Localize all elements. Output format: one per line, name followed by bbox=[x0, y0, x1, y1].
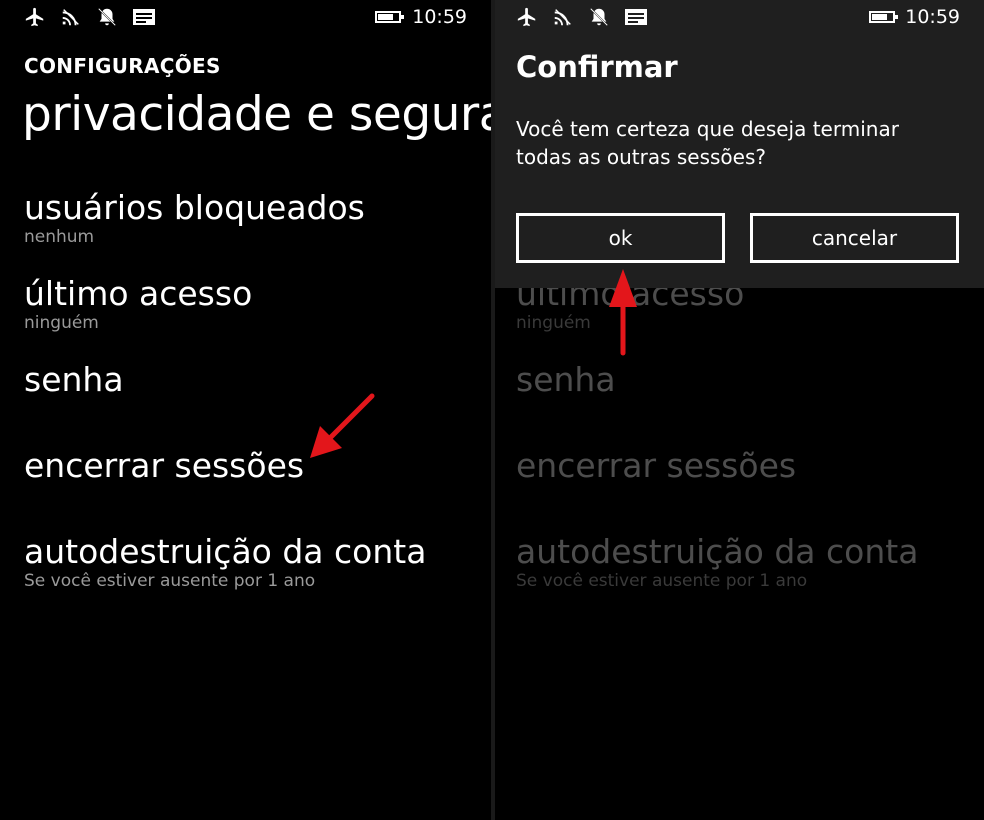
item-sub: nenhum bbox=[24, 227, 95, 247]
menu-item-blocked-users[interactable]: usuários bloqueados nenhum bbox=[24, 188, 365, 248]
red-arrow-icon bbox=[609, 269, 637, 356]
menu-item-end-sessions: encerrar sessões bbox=[516, 447, 796, 485]
item-sub: ninguém bbox=[24, 313, 99, 333]
message-icon bbox=[132, 7, 156, 27]
wifi-icon bbox=[552, 6, 574, 28]
battery-icon bbox=[375, 11, 404, 23]
item-label: senha bbox=[516, 360, 616, 399]
menu-item-password[interactable]: senha bbox=[24, 361, 124, 399]
confirm-screen: último acesso ninguém senha encerrar ses… bbox=[495, 0, 984, 820]
red-arrow-icon bbox=[310, 393, 375, 458]
item-label: autodestruição da conta bbox=[24, 532, 427, 571]
battery-icon bbox=[869, 11, 898, 23]
menu-item-end-sessions[interactable]: encerrar sessões bbox=[24, 447, 304, 485]
menu-item-self-destruct[interactable]: autodestruição da conta Se você estiver … bbox=[24, 532, 427, 592]
item-label: último acesso bbox=[24, 274, 253, 313]
cancel-button[interactable]: cancelar bbox=[750, 213, 959, 263]
menu-item-last-seen[interactable]: último acesso ninguém bbox=[24, 274, 253, 334]
dialog-message: Você tem certeza que deseja terminar tod… bbox=[516, 117, 899, 169]
status-bar: 10:59 bbox=[0, 0, 491, 36]
item-label: usuários bloqueados bbox=[24, 188, 365, 227]
item-label: encerrar sessões bbox=[516, 446, 797, 485]
confirm-dialog: 10:59 Confirmar Você tem certeza que des… bbox=[495, 0, 984, 288]
wifi-icon bbox=[60, 6, 82, 28]
message-icon bbox=[624, 7, 648, 27]
quiet-hours-icon bbox=[588, 6, 610, 28]
section-title: CONFIGURAÇÕES bbox=[24, 54, 221, 78]
clock: 10:59 bbox=[412, 6, 467, 28]
item-label: senha bbox=[24, 360, 124, 399]
item-label: autodestruição da conta bbox=[516, 532, 919, 571]
page-title: privacidade e segurança bbox=[22, 87, 491, 142]
ok-button[interactable]: ok bbox=[516, 213, 725, 263]
settings-screen: 10:59 CONFIGURAÇÕES privacidade e segura… bbox=[0, 0, 491, 820]
dialog-title: Confirmar bbox=[516, 50, 678, 84]
menu-item-password: senha bbox=[516, 361, 616, 399]
status-bar: 10:59 bbox=[495, 0, 984, 36]
clock: 10:59 bbox=[905, 6, 960, 28]
item-sub: Se você estiver ausente por 1 ano bbox=[516, 571, 808, 591]
menu-item-self-destruct: autodestruição da conta Se você estiver … bbox=[516, 532, 919, 592]
item-sub: Se você estiver ausente por 1 ano bbox=[24, 571, 316, 591]
airplane-icon bbox=[24, 6, 46, 28]
quiet-hours-icon bbox=[96, 6, 118, 28]
item-label: encerrar sessões bbox=[24, 446, 305, 485]
airplane-icon bbox=[516, 6, 538, 28]
